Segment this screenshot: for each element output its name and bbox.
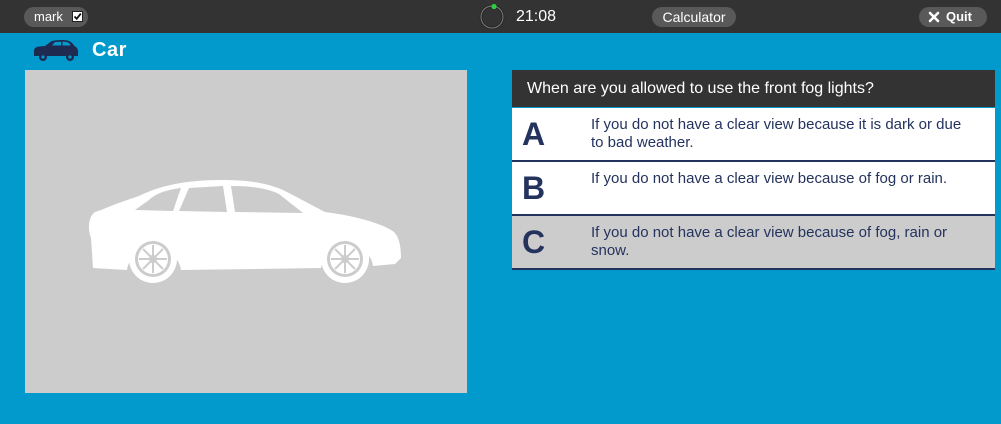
car-icon (34, 40, 78, 61)
mark-label: mark (34, 9, 63, 24)
quit-button[interactable]: Quit (919, 7, 987, 27)
answer-option-b[interactable]: B If you do not have a clear view becaus… (512, 162, 995, 216)
answer-option-c[interactable]: C If you do not have a clear view becaus… (512, 216, 995, 270)
answer-letter: B (522, 170, 546, 206)
calculator-button[interactable]: Calculator (652, 7, 736, 27)
checkmark-icon (73, 13, 82, 21)
car-silhouette-icon (88, 180, 402, 283)
mark-checkbox[interactable] (72, 11, 83, 22)
answer-text: If you do not have a clear view because … (591, 116, 962, 151)
answer-text: If you do not have a clear view because … (591, 170, 948, 187)
answer-letter: C (522, 224, 546, 260)
question-text: When are you allowed to use the front fo… (512, 70, 995, 107)
question-image (25, 70, 467, 393)
quit-label: Quit (946, 9, 972, 24)
category-title: Car (92, 39, 127, 61)
mark-button[interactable]: mark (24, 7, 88, 27)
answer-letter: A (522, 116, 546, 152)
timer-ring-icon (479, 3, 505, 30)
top-bar: mark 21:08 Calculator Quit (0, 0, 1001, 33)
answer-option-a[interactable]: A If you do not have a clear view becaus… (512, 108, 995, 162)
answer-text: If you do not have a clear view because … (591, 224, 948, 259)
timer-text: 21:08 (516, 8, 557, 25)
close-icon (928, 11, 940, 23)
